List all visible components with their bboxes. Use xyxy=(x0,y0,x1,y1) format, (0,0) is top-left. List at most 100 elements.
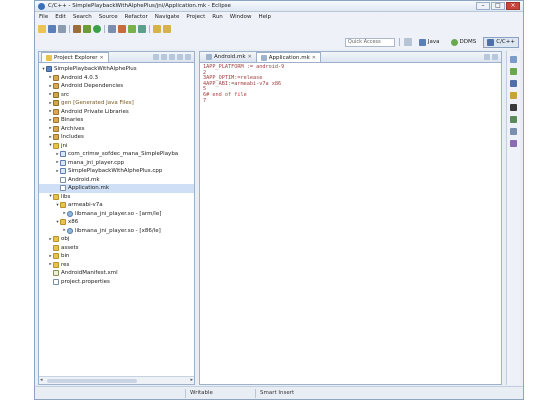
minimize-button[interactable]: – xyxy=(476,2,490,10)
editor-tabstrip: Android.mk ✕ Application.mk ✕ xyxy=(200,52,501,63)
tree-item[interactable]: ▸ Includes xyxy=(39,133,194,142)
close-icon[interactable]: ✕ xyxy=(99,55,103,61)
tree-item-label: Includes xyxy=(61,134,84,141)
problems-icon[interactable] xyxy=(510,92,517,99)
quick-access-field[interactable]: Quick Access xyxy=(344,37,395,47)
menu-edit[interactable]: Edit xyxy=(55,14,66,20)
tree-item[interactable]: ▾ SimplePlaybackWithAlphePlus xyxy=(39,65,194,74)
tree-item[interactable]: ▾ jni xyxy=(39,142,194,151)
perspective-ddms[interactable]: DDMS xyxy=(447,37,481,48)
tree-item[interactable]: ▸ libmana_jni_player.so - [x86/le] xyxy=(39,227,194,236)
status-insert-mode: Smart Insert xyxy=(255,388,325,398)
tree-item[interactable]: project.properties xyxy=(39,278,194,287)
scroll-left-icon[interactable]: ◂ xyxy=(40,377,43,383)
bookmark-icon[interactable] xyxy=(510,104,517,111)
print-icon[interactable] xyxy=(58,24,66,33)
makefile-icon xyxy=(206,54,212,60)
tree-item[interactable]: ▸ Binaries xyxy=(39,116,194,125)
tree-item-label: mana_jni_player.cpp xyxy=(68,159,125,166)
close-button[interactable]: × xyxy=(506,2,520,10)
run-icon[interactable] xyxy=(93,24,101,33)
tree-item-label: Android Private Libraries xyxy=(61,108,129,115)
scrollbar-thumb[interactable] xyxy=(47,379,137,383)
tree-item-label: x86 xyxy=(68,219,79,226)
lib-icon xyxy=(53,134,59,141)
editor-tab[interactable]: Application.mk ✕ xyxy=(255,52,321,62)
src-icon xyxy=(53,100,59,107)
menu-help[interactable]: Help xyxy=(258,14,271,20)
perspective-java[interactable]: Java xyxy=(415,37,444,48)
search-icon[interactable] xyxy=(108,24,116,33)
tree-item-label: Application.mk xyxy=(68,185,110,192)
tree-item[interactable]: ▸ Archives xyxy=(39,125,194,134)
search-view-icon[interactable] xyxy=(510,128,517,135)
menu-window[interactable]: Window xyxy=(230,14,252,20)
tree-item[interactable]: ▸ Android Dependencies xyxy=(39,82,194,91)
menu-project[interactable]: Project xyxy=(186,14,205,20)
editor-tab[interactable]: Android.mk ✕ xyxy=(202,52,256,62)
avd-manager-icon[interactable] xyxy=(138,24,146,33)
open-perspective-icon[interactable] xyxy=(403,38,412,46)
sdk-manager-icon[interactable] xyxy=(128,24,136,33)
perspective-cpp[interactable]: C/C++ xyxy=(483,36,519,48)
tree-item[interactable]: assets xyxy=(39,244,194,253)
new-icon[interactable] xyxy=(38,24,46,33)
code-editor[interactable]: 1APP_PLATFORM := android-9 2 3APP_OPTIM:=r… xyxy=(200,63,501,384)
file-icon xyxy=(53,278,59,285)
tree-item[interactable]: AndroidManifest.xml xyxy=(39,269,194,278)
tree-item[interactable]: ▸ com_crimw_sofdec_mana_SimplePlayba xyxy=(39,150,194,159)
tree-item[interactable]: ▸ SimplePlaybackWithAlphePlus.cpp xyxy=(39,167,194,176)
java-perspective-icon xyxy=(418,38,426,46)
outline-icon[interactable] xyxy=(510,56,517,63)
maximize-view-icon[interactable] xyxy=(492,54,498,60)
tree-item-label: Archives xyxy=(61,125,85,132)
tree-item[interactable]: Android.mk xyxy=(39,176,194,185)
link-with-editor-icon[interactable] xyxy=(161,54,167,60)
tree-item-label: AndroidManifest.xml xyxy=(61,270,118,277)
tree-item[interactable]: Application.mk xyxy=(39,184,194,193)
tree-item-label: com_crimw_sofdec_mana_SimplePlayba xyxy=(68,151,179,158)
close-icon[interactable]: ✕ xyxy=(248,54,252,60)
tree-item[interactable]: ▾ armeabi-v7a xyxy=(39,201,194,210)
perspective-bar: Quick Access Java DDMS C/C++ xyxy=(35,35,523,49)
tree-item[interactable]: ▸ bin xyxy=(39,252,194,261)
menu-search[interactable]: Search xyxy=(73,14,92,20)
close-icon[interactable]: ✕ xyxy=(312,55,316,61)
tree-item[interactable]: ▸ res xyxy=(39,261,194,270)
tasks-icon[interactable] xyxy=(510,68,517,75)
call-hierarchy-icon[interactable] xyxy=(510,140,517,147)
external-tools-icon[interactable] xyxy=(118,24,126,33)
view-menu-icon[interactable] xyxy=(169,54,175,60)
menu-run[interactable]: Run xyxy=(212,14,223,20)
toolbar-separator xyxy=(149,24,150,33)
tree-item-label: Android.mk xyxy=(68,176,100,183)
menu-navigate[interactable]: Navigate xyxy=(155,14,180,20)
tree-item[interactable]: ▸ mana_jni_player.cpp xyxy=(39,159,194,168)
tree-item[interactable]: ▾ libs xyxy=(39,193,194,202)
tab-project-explorer[interactable]: Project Explorer ✕ xyxy=(41,52,109,62)
tree-item[interactable]: ▸ Android Private Libraries xyxy=(39,108,194,117)
tree-item[interactable]: ▾ x86 xyxy=(39,218,194,227)
navigate-back-icon[interactable] xyxy=(153,24,161,33)
scroll-right-icon[interactable]: ▸ xyxy=(190,377,193,383)
maximize-view-icon[interactable] xyxy=(185,54,191,60)
build-icon[interactable] xyxy=(73,24,81,33)
tree-item[interactable]: ▸ Android 4.0.3 xyxy=(39,74,194,83)
menu-source[interactable]: Source xyxy=(99,14,118,20)
tree-item[interactable]: ▸ libmana_jni_player.so - [arm/le] xyxy=(39,210,194,219)
save-icon[interactable] xyxy=(48,24,56,33)
minimize-view-icon[interactable] xyxy=(177,54,183,60)
collapse-all-icon[interactable] xyxy=(153,54,159,60)
make-target-icon[interactable] xyxy=(510,116,517,123)
menu-refactor[interactable]: Refactor xyxy=(125,14,148,20)
maximize-button[interactable]: □ xyxy=(491,2,505,10)
tree-item[interactable]: ▸ src xyxy=(39,91,194,100)
horizontal-scrollbar[interactable]: ◂ ▸ xyxy=(39,376,194,384)
tree-item[interactable]: ▸ obj xyxy=(39,235,194,244)
tree-item[interactable]: ▸ gen [Generated Java Files] xyxy=(39,99,194,108)
minimize-view-icon[interactable] xyxy=(484,54,490,60)
navigate-forward-icon[interactable] xyxy=(163,24,171,33)
console-icon[interactable] xyxy=(510,80,517,87)
menu-file[interactable]: File xyxy=(39,14,48,20)
debug-icon[interactable] xyxy=(83,24,91,33)
